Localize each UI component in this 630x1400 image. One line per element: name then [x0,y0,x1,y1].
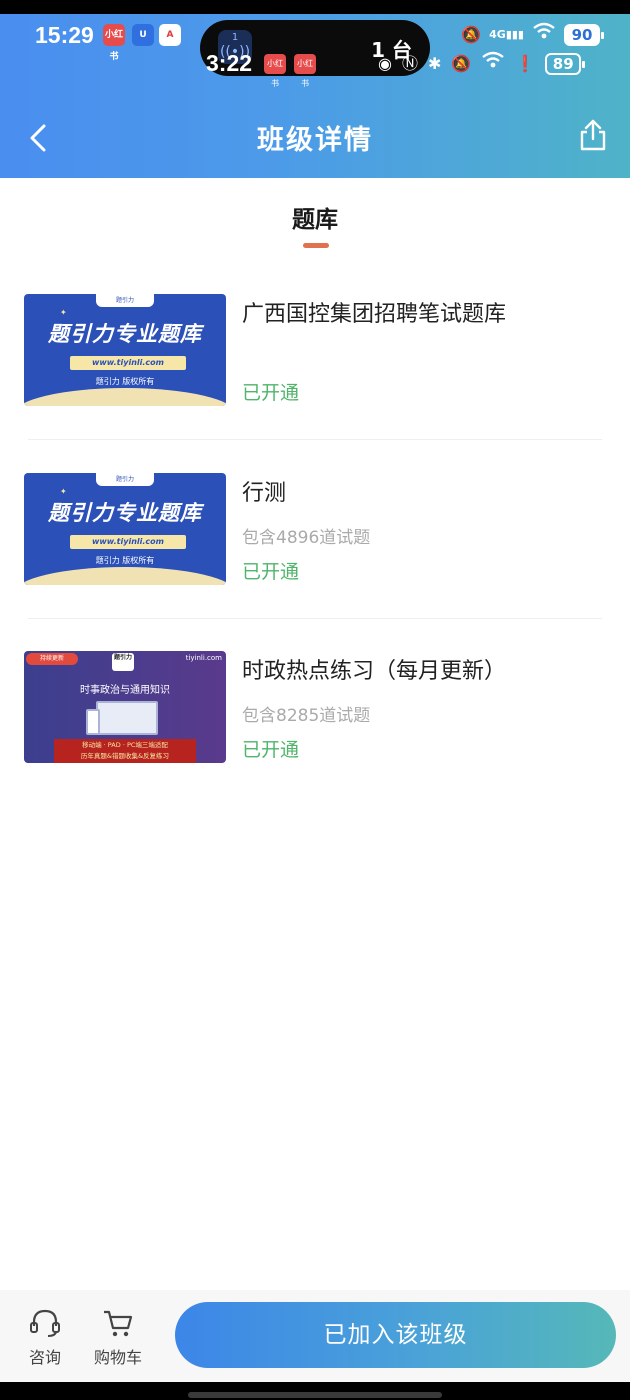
list-item[interactable]: 题引力 ✦ 题引力专业题库 www.tiyinli.com 题引力 版权所有 行… [0,449,630,619]
home-indicator[interactable] [188,1392,442,1398]
consult-button[interactable]: 咨询 [15,1308,75,1368]
divider [28,439,602,440]
ghost-status-time: 3:22 [206,50,253,76]
thumb-wave [24,388,226,406]
item-count: 包含8285道试题 [242,706,371,726]
thumb-logo: 题引力 [112,653,134,671]
cart-icon [104,1310,133,1337]
wifi-icon [481,51,505,77]
section-title: 题库 [292,207,338,233]
tab-question-bank[interactable]: 题库 [0,200,630,248]
item-thumbnail: 持续更新 题引力 tiyinli.com 时事政治与通用知识 移动端 · PAD… [24,651,226,763]
ghost-status-bar: 3:22 小红书 小红书 ◉ Ⓝ ✱ 🔕 ❗ 89 [0,50,630,88]
page-title: 班级详情 [257,125,373,156]
star-icon: ✦ [60,308,67,317]
thumb-headline: 题引力专业题库 [48,322,202,346]
top-black-strip [0,0,630,14]
item-status: 已开通 [242,739,300,761]
app-badge-xiaohongshu: 小红书 [103,24,125,62]
cart-button[interactable]: 购物车 [88,1308,148,1368]
bottom-action-bar: 咨询 购物车 已加入该班级 [0,1290,630,1382]
nfc-icon: Ⓝ [401,54,418,73]
monitor-icon [96,701,158,735]
item-thumbnail: 题引力 ✦ 题引力专业题库 www.tiyinli.com 题引力 版权所有 [24,473,226,585]
thumb-banner: 移动端 · PAD · PC端三端适配 历年真题&错题收集&反复练习 [54,739,196,763]
thumb-url: www.tiyinli.com [70,535,186,549]
thumb-url: www.tiyinli.com [70,356,186,370]
status-icons: 🔕 4G▮▮▮ 90 [461,22,604,48]
eye-icon: ◉ [378,54,392,73]
share-button[interactable] [578,118,608,152]
thumb-banner-line2: 历年真题&错题收集&反复练习 [80,752,170,760]
nav-bar: 班级详情 [0,108,630,168]
list-item[interactable]: 题引力 ✦ 题引力专业题库 www.tiyinli.com 题引力 版权所有 广… [0,270,630,440]
thumb-subtitle: 时事政治与通用知识 [80,685,170,696]
item-name: 行测 [242,481,287,506]
status-time: 15:29 [35,22,94,48]
app-badge-a: A [159,24,181,46]
wifi-icon [532,22,556,48]
thumb-owner: 题引力 版权所有 [95,556,155,565]
thumb-tag: 持续更新 [26,653,78,665]
phone-icon [86,709,100,735]
headset-icon [30,1309,60,1337]
header: 15:29 小红书 U A 1 ((•)) 1 台 🔕 4G▮▮▮ 90 3:2… [0,0,630,178]
ghost-badge-1: 小红书 [264,54,286,88]
share-icon [580,119,606,151]
bluetooth-icon: ✱ [427,54,442,73]
alert-icon: ❗ [515,54,536,73]
item-name: 时政热点练习（每月更新） [242,659,507,684]
item-count: 包含4896道试题 [242,528,371,548]
cart-label: 购物车 [93,1348,142,1367]
item-thumbnail: 题引力 ✦ 题引力专业题库 www.tiyinli.com 题引力 版权所有 [24,294,226,406]
signal-icon: 4G▮▮▮ [489,28,524,41]
thumb-banner-line1: 移动端 · PAD · PC端三端适配 [82,741,168,749]
battery-icon: 89 [545,53,586,75]
list-item[interactable]: 持续更新 题引力 tiyinli.com 时事政治与通用知识 移动端 · PAD… [0,627,630,797]
app-badge-u: U [132,24,154,46]
thumb-headline: 题引力专业题库 [48,501,202,525]
joined-class-button[interactable]: 已加入该班级 [175,1302,616,1368]
thumb-tag: 题引力 [96,473,154,486]
ghost-badge-2: 小红书 [294,54,316,88]
mute-bell-icon: 🔕 [451,54,472,73]
star-icon: ✦ [60,487,67,496]
consult-label: 咨询 [28,1348,61,1367]
battery-icon: 90 [564,24,604,46]
divider [28,618,602,619]
thumb-owner: 题引力 版权所有 [95,377,155,386]
thumb-tag: 题引力 [96,294,154,307]
item-name: 广西国控集团招聘笔试题库 [242,302,507,327]
island-count: 1 [231,32,239,43]
mute-bell-icon: 🔕 [461,25,482,44]
thumb-site: tiyinli.com [185,654,222,662]
item-status: 已开通 [242,561,300,583]
item-status: 已开通 [242,382,300,404]
tab-active-indicator [303,243,329,248]
thumb-wave [24,567,226,585]
ghost-status-icons: ◉ Ⓝ ✱ 🔕 ❗ 89 [378,50,586,78]
